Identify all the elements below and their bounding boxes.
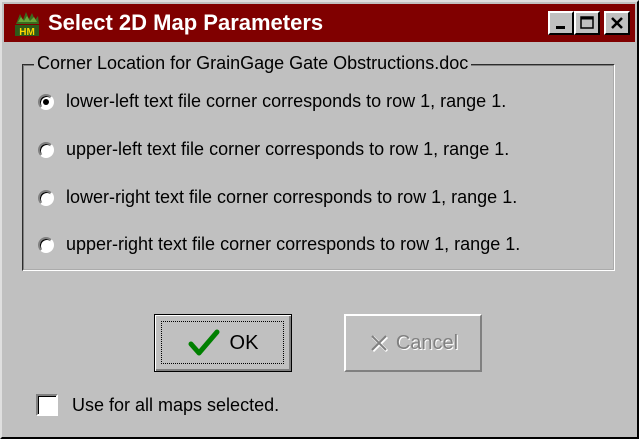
- close-button[interactable]: [604, 11, 630, 35]
- window-title: Select 2D Map Parameters: [48, 10, 324, 35]
- maximize-icon: [580, 16, 594, 29]
- radio-label: lower-right text file corner corresponds…: [66, 187, 518, 207]
- title-bar[interactable]: HM Select 2D Map Parameters: [4, 4, 635, 42]
- hm-app-icon[interactable]: HM: [12, 8, 42, 38]
- x-icon: [371, 335, 388, 353]
- radio-button[interactable]: [38, 93, 54, 110]
- checkmark-icon: [188, 329, 220, 356]
- radio-button[interactable]: [38, 236, 54, 253]
- close-icon: [611, 17, 623, 29]
- checkbox-label: Use for all maps selected.: [72, 394, 280, 415]
- svg-text:HM: HM: [19, 27, 35, 38]
- use-for-all-maps-checkbox[interactable]: [36, 394, 58, 416]
- radio-lower-left[interactable]: lower-left text file corner corresponds …: [38, 91, 506, 112]
- radio-lower-right[interactable]: lower-right text file corner corresponds…: [38, 187, 517, 208]
- radio-label: upper-left text file corner corresponds …: [66, 139, 510, 159]
- dialog-window: HM Select 2D Map Parameters Corner Locat…: [0, 0, 639, 439]
- minimize-icon: [556, 26, 565, 29]
- ok-label: OK: [229, 331, 259, 354]
- corner-location-group: Corner Location for GrainGage Gate Obstr…: [22, 53, 615, 271]
- minimize-button[interactable]: [548, 11, 574, 35]
- group-legend: Corner Location for GrainGage Gate Obstr…: [34, 53, 472, 74]
- radio-label: lower-left text file corner corresponds …: [66, 91, 507, 111]
- use-for-all-maps-checkbox-row[interactable]: Use for all maps selected.: [36, 394, 279, 416]
- radio-button[interactable]: [38, 141, 54, 158]
- cancel-button: Cancel: [344, 314, 482, 372]
- cancel-label: Cancel: [395, 331, 459, 354]
- radio-upper-right[interactable]: upper-right text file corner corresponds…: [38, 234, 520, 255]
- radio-label: upper-right text file corner corresponds…: [66, 234, 521, 254]
- ok-button[interactable]: OK: [154, 314, 292, 372]
- radio-button[interactable]: [38, 189, 54, 206]
- maximize-button[interactable]: [574, 11, 600, 35]
- radio-upper-left[interactable]: upper-left text file corner corresponds …: [38, 139, 509, 160]
